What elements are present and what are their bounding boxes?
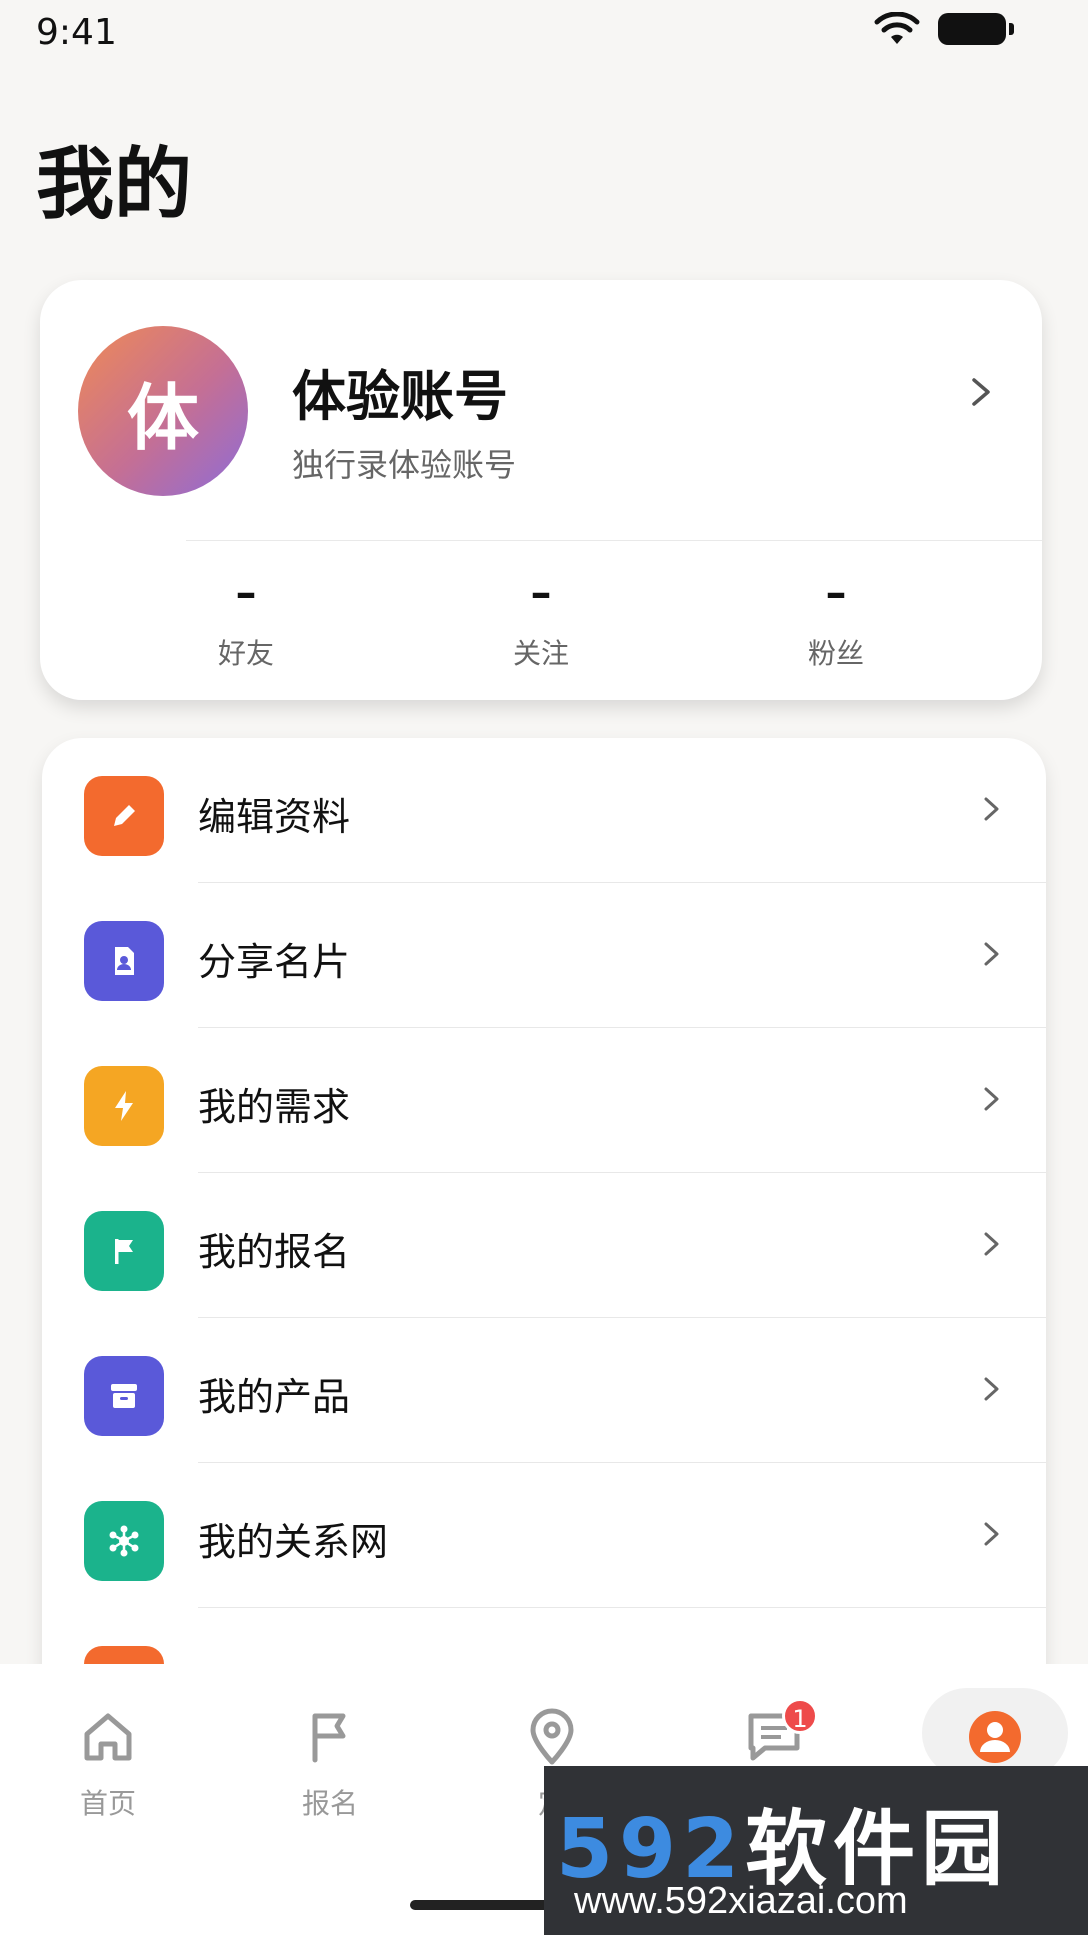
- chevron-right-icon: [984, 797, 999, 821]
- chevron-right-icon: [984, 1522, 999, 1546]
- divider: [186, 540, 1042, 541]
- menu-item-my-registrations[interactable]: 我的报名: [42, 1173, 1046, 1318]
- profile-card[interactable]: 体 体验账号 独行录体验账号 – 好友 – 关注 – 粉丝: [40, 280, 1042, 700]
- stat-value: –: [825, 568, 847, 617]
- stat-label: 粉丝: [807, 637, 864, 670]
- nav-label: 报名: [301, 1787, 358, 1820]
- chevron-right-icon: [972, 378, 990, 406]
- watermark: 592软件园 www.592xiazai.com: [544, 1766, 1088, 1935]
- home-icon: [84, 1713, 132, 1761]
- flag-icon: [312, 1713, 346, 1763]
- card-icon: [84, 921, 164, 1001]
- wifi-icon: [874, 12, 920, 44]
- status-icons: [874, 12, 1014, 46]
- stat-friends[interactable]: – 好友: [156, 572, 336, 672]
- menu-label: 我的关系网: [198, 1520, 389, 1564]
- status-bar: 9:41: [0, 0, 1088, 70]
- location-icon: [530, 1708, 574, 1765]
- nav-item-profile[interactable]: [925, 1706, 1065, 1768]
- nav-label: 首页: [79, 1787, 136, 1820]
- menu-label: 分享名片: [198, 940, 351, 984]
- avatar: 体: [78, 326, 248, 496]
- nav-item-home[interactable]: 首页: [38, 1706, 178, 1822]
- profile-name: 体验账号: [292, 365, 508, 428]
- edit-icon: [84, 776, 164, 856]
- chevron-right-icon: [984, 1232, 999, 1256]
- menu-item-my-products[interactable]: 我的产品: [42, 1318, 1046, 1463]
- watermark-url: www.592xiazai.com: [574, 1880, 908, 1922]
- chevron-right-icon: [984, 1377, 999, 1401]
- menu-item-my-network[interactable]: 我的关系网: [42, 1463, 1046, 1608]
- flag-icon: [84, 1211, 164, 1291]
- chevron-right-icon: [984, 942, 999, 966]
- stat-label: 好友: [217, 637, 274, 670]
- page-title: 我的: [36, 140, 193, 230]
- menu-label: 我的报名: [198, 1230, 351, 1274]
- menu-item-share-card[interactable]: 分享名片: [42, 883, 1046, 1028]
- menu-label: 我的需求: [198, 1085, 351, 1129]
- menu-label: 编辑资料: [198, 795, 351, 839]
- archive-icon: [84, 1356, 164, 1436]
- battery-icon: [938, 13, 1014, 45]
- menu-card: 编辑资料 分享名片 我的需求 我的报名 我的产品 我的关系网: [42, 738, 1046, 1738]
- stat-followers[interactable]: – 粉丝: [746, 572, 926, 672]
- chevron-right-icon: [984, 1087, 999, 1111]
- menu-item-my-demands[interactable]: 我的需求: [42, 1028, 1046, 1173]
- profile-subtitle: 独行录体验账号: [292, 446, 517, 484]
- menu-label: 我的产品: [198, 1375, 351, 1419]
- nav-item-messages[interactable]: [704, 1706, 844, 1768]
- notification-badge: 1: [782, 1698, 818, 1734]
- stat-value: –: [530, 568, 552, 617]
- network-icon: [84, 1501, 164, 1581]
- nav-item-register[interactable]: 报名: [260, 1706, 400, 1822]
- stat-following[interactable]: – 关注: [451, 572, 631, 672]
- stat-value: –: [235, 568, 257, 617]
- status-time: 9:41: [36, 12, 117, 53]
- lightning-icon: [84, 1066, 164, 1146]
- stat-label: 关注: [512, 637, 569, 670]
- profile-icon: [969, 1711, 1021, 1763]
- menu-item-edit-profile[interactable]: 编辑资料: [42, 738, 1046, 883]
